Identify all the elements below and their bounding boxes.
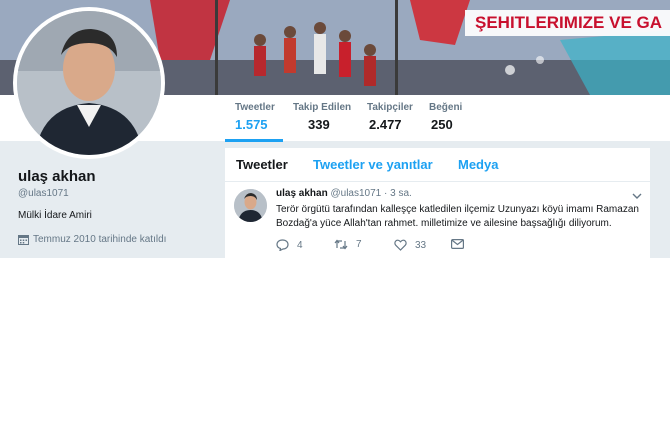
stat-tweets[interactable]: Tweetler 1.575 [235,102,275,134]
stat-following-value: 339 [308,117,330,132]
heart-icon [394,239,407,251]
tweet-text-line: Bozdağ'a yüce Allah'tan rahmet. milletim… [276,218,612,229]
retweet-button[interactable]: 7 [334,239,362,250]
stat-followers-label: Takipçiler [367,102,413,113]
envelope-icon [451,239,464,249]
person-portrait-icon [17,11,161,155]
stat-followers[interactable]: Takipçiler 2.477 [367,102,413,134]
tweet-text: Terör örgütü tarafından kalleşçe katledi… [276,203,646,231]
tweet-text-line: Terör örgütü tarafından kalleşçe katledi… [276,204,639,215]
tweet-author-name[interactable]: ulaş akhan [276,188,328,199]
profile-bio: Mülki İdare Amiri [18,210,92,221]
tweet-actions: 4 7 33 [276,239,636,255]
like-count: 33 [415,239,427,251]
person-portrait-icon [234,189,267,222]
page-right-margin [650,142,670,258]
tab-tweets-and-replies[interactable]: Tweetler ve yanıtlar [313,157,433,172]
profile-card: ulaş akhan @ulas1071 Mülki İdare Amiri T… [0,142,223,258]
timeline: Tweetler Tweetler ve yanıtlar Medya ulaş… [225,148,650,258]
profile-joined-text: Temmuz 2010 tarihinde katıldı [33,234,167,245]
tweet-item[interactable]: ulaş akhan @ulas1071 · 3 sa. Terör örgüt… [225,183,650,258]
stat-likes[interactable]: Beğeni 250 [429,102,462,134]
stat-likes-value: 250 [431,117,453,132]
stat-following-label: Takip Edilen [293,102,352,113]
stat-tweets-label: Tweetler [235,102,275,113]
retweet-count: 7 [356,239,362,250]
reply-icon [276,239,289,251]
profile-handle[interactable]: @ulas1071 [18,188,69,199]
banner-caption: ŞEHITLERIMIZE VE GA [465,10,670,36]
retweet-icon [334,239,348,250]
tweet-header: ulaş akhan @ulas1071 · 3 sa. [276,188,412,199]
direct-message-button[interactable] [451,239,464,249]
tweet-avatar[interactable] [234,189,267,222]
profile-joined: Temmuz 2010 tarihinde katıldı [18,234,166,245]
reply-button[interactable]: 4 [276,239,303,251]
profile-name[interactable]: ulaş akhan [18,168,96,185]
chevron-down-icon [632,193,642,199]
stat-followers-value: 2.477 [369,117,402,132]
stat-following[interactable]: Takip Edilen 339 [293,102,351,134]
reply-count: 4 [297,239,303,251]
like-button[interactable]: 33 [394,239,426,251]
tab-tweets[interactable]: Tweetler [236,157,288,172]
stat-tweets-value: 1.575 [235,117,268,132]
tab-media[interactable]: Medya [458,157,498,172]
calendar-icon [18,235,29,245]
stat-likes-label: Beğeni [429,102,463,113]
tweet-meta[interactable]: @ulas1071 · 3 sa. [330,188,411,199]
timeline-tabs: Tweetler Tweetler ve yanıtlar Medya [225,148,650,182]
profile-avatar[interactable] [13,7,165,159]
